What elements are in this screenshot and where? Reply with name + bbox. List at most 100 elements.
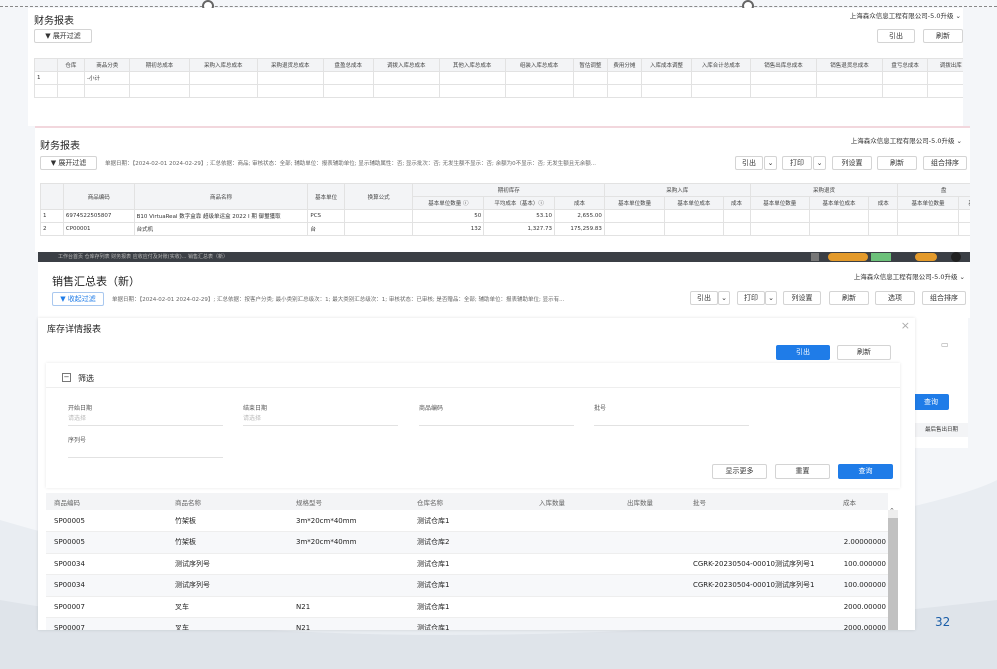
column-header[interactable]: 入库数量 — [531, 493, 619, 510]
collapse-icon[interactable]: − — [62, 373, 71, 382]
print-button[interactable]: 打印 — [782, 156, 812, 170]
upgrade-badge[interactable] — [828, 253, 868, 261]
options-button[interactable]: 选项 — [875, 291, 915, 305]
collapse-filter-button[interactable]: ▼ 收起过滤 — [52, 292, 104, 306]
combined-sort-button[interactable]: 组合排序 — [923, 156, 967, 170]
column-header[interactable]: 销售退货总成本 — [816, 58, 883, 72]
column-header[interactable]: 盘盈总成本 — [322, 58, 374, 72]
column-header[interactable]: 商品名称 — [167, 493, 288, 510]
batch-input[interactable] — [594, 413, 749, 426]
table-row[interactable]: SP00005 竹架板 3m*20cm*40mm 测试仓库2 2.00000000 — [46, 531, 888, 554]
sub-column-header[interactable]: 基本 — [957, 196, 970, 210]
column-header[interactable]: 调拨出库 — [927, 58, 963, 72]
expand-filter-button[interactable]: ▼ 展开过滤 — [40, 156, 97, 170]
export-button[interactable]: 引出 — [776, 345, 830, 360]
table-row[interactable]: SP00007 叉车 N21 测试仓库1 2000.00000 — [46, 596, 888, 618]
print-dropdown[interactable]: ⌄ — [765, 291, 777, 305]
query-button[interactable]: 查询 — [838, 464, 893, 479]
table-row[interactable]: SP00007 叉车 N21 测试仓库1 2000.00000 — [46, 617, 888, 630]
export-button[interactable]: 引出 — [735, 156, 763, 170]
sub-column-header[interactable]: 基本单位成本 — [664, 196, 724, 210]
table-row[interactable]: SP00034 测试序列号 测试仓库1 CGRK-20230504-00010测试序列… — [46, 574, 888, 597]
refresh-button[interactable]: 刷新 — [837, 345, 891, 360]
col-formula[interactable]: 换算公式 — [343, 183, 414, 210]
table-row[interactable]: 1 -小计 — [34, 71, 963, 85]
column-header[interactable]: 仓库名称 — [409, 493, 531, 510]
column-header[interactable]: 组装入库总成本 — [504, 58, 574, 72]
column-header[interactable]: 商品分类 — [84, 58, 131, 72]
table-cell — [619, 574, 685, 597]
close-icon[interactable]: × — [901, 319, 910, 332]
avatar[interactable] — [951, 252, 961, 262]
company-switcher[interactable]: 上海森众信息工程有限公司-5.0升级 ⌄ — [851, 135, 962, 145]
column-header[interactable]: 采购退货总成本 — [256, 58, 324, 72]
export-button[interactable]: 引出 — [877, 29, 915, 43]
table-row[interactable]: SP00034 测试序列号 测试仓库1 CGRK-20230504-00010测试序列… — [46, 553, 888, 575]
print-button[interactable]: 打印 — [737, 291, 765, 305]
column-header[interactable]: 期初总成本 — [129, 58, 190, 72]
search-icon[interactable] — [811, 253, 819, 261]
combined-sort-button[interactable]: 组合排序 — [922, 291, 966, 305]
column-settings-button[interactable]: 列设置 — [832, 156, 872, 170]
notification-badge[interactable] — [915, 253, 937, 261]
column-header[interactable]: 盘亏总成本 — [881, 58, 929, 72]
column-settings-button[interactable]: 列设置 — [783, 291, 821, 305]
column-header[interactable]: 其他入库总成本 — [438, 58, 506, 72]
column-header[interactable]: 暂估调整 — [572, 58, 608, 72]
sub-column-header[interactable]: 成本 — [722, 196, 751, 210]
scrollbar-thumb[interactable] — [888, 518, 898, 630]
table-row[interactable]: 1 6974522505807 B10 VirtuaReal 数字盒靠 超级单运盒 … — [40, 209, 970, 223]
table-cell: 竹架板 — [167, 510, 288, 532]
column-header[interactable]: 调拨入库总成本 — [372, 58, 440, 72]
export-dropdown[interactable]: ⌄ — [718, 291, 730, 305]
export-dropdown[interactable]: ⌄ — [764, 156, 777, 170]
query-button[interactable]: 查询 — [913, 394, 949, 410]
print-dropdown[interactable]: ⌄ — [813, 156, 826, 170]
company-switcher[interactable]: 上海森众信息工程有限公司-5.0升级 ⌄ — [854, 271, 965, 281]
sub-column-header[interactable]: 成本 — [868, 196, 899, 210]
col-code[interactable]: 商品编码 — [62, 183, 135, 210]
column-header[interactable]: 批号 — [685, 493, 835, 510]
column-header[interactable]: 出库数量 — [619, 493, 685, 510]
sub-column-header[interactable]: 基本单位数量 ⓘ — [412, 196, 485, 210]
company-switcher[interactable]: 上海森众信息工程有限公司-5.0升级 ⌄ — [850, 10, 961, 20]
sub-column-header[interactable]: 基本单位成本 — [808, 196, 870, 210]
col-unit[interactable]: 基本单位 — [307, 183, 345, 210]
column-header[interactable]: 入库成本调整 — [640, 58, 692, 72]
column-header[interactable]: 商品编码 — [46, 493, 167, 510]
end-date-input[interactable]: 请选择 — [243, 413, 398, 426]
refresh-button[interactable]: 刷新 — [877, 156, 917, 170]
start-date-input[interactable]: 请选择 — [68, 413, 223, 426]
reset-button[interactable]: 重置 — [775, 464, 830, 479]
column-header[interactable]: 费用分摊 — [606, 58, 642, 72]
value-cell — [129, 71, 190, 85]
chevron-down-icon: ⌄ — [816, 159, 823, 167]
table-cell: 竹架板 — [167, 531, 288, 554]
sub-column-header[interactable]: 成本 — [553, 196, 605, 210]
column-header[interactable]: 成本 — [835, 493, 888, 510]
show-more-button[interactable]: 显示更多 — [712, 464, 767, 479]
column-header[interactable]: 入库合计总成本 — [690, 58, 752, 72]
column-header[interactable]: 仓库 — [56, 58, 86, 72]
column-header[interactable]: 采购入库总成本 — [188, 58, 258, 72]
export-button[interactable]: 引出 — [690, 291, 718, 305]
scroll-up-icon[interactable]: ⌃ — [889, 507, 895, 515]
refresh-button[interactable]: 刷新 — [829, 291, 869, 305]
sub-column-header[interactable]: 基本单位数量 — [897, 196, 959, 210]
table-row[interactable]: SP00005 竹架板 3m*20cm*40mm 测试仓库1 — [46, 510, 888, 532]
sub-column-header[interactable]: 基本单位数量 — [749, 196, 810, 210]
table-row[interactable]: 2 CP00001 台式机台 132 1,327.73 175,259.83 — [40, 222, 970, 236]
expand-filter-button[interactable]: ▼ 展开过滤 — [34, 29, 92, 43]
refresh-button[interactable]: 刷新 — [923, 29, 963, 43]
product-code-input[interactable] — [419, 413, 574, 426]
calendar-icon[interactable]: ▭ — [941, 340, 949, 349]
end-date-label: 结束日期 — [243, 405, 268, 412]
value-cell — [606, 71, 642, 85]
column-header[interactable]: 销售出库总成本 — [750, 58, 818, 72]
sub-column-header[interactable]: 平均成本（基本）ⓘ — [483, 196, 555, 210]
scrollbar[interactable]: ⌃ — [888, 507, 898, 630]
sub-column-header[interactable]: 基本单位数量 — [603, 196, 666, 210]
serial-input[interactable] — [68, 445, 223, 458]
column-header[interactable]: 规格型号 — [288, 493, 409, 510]
col-name[interactable]: 商品名称 — [133, 183, 309, 210]
